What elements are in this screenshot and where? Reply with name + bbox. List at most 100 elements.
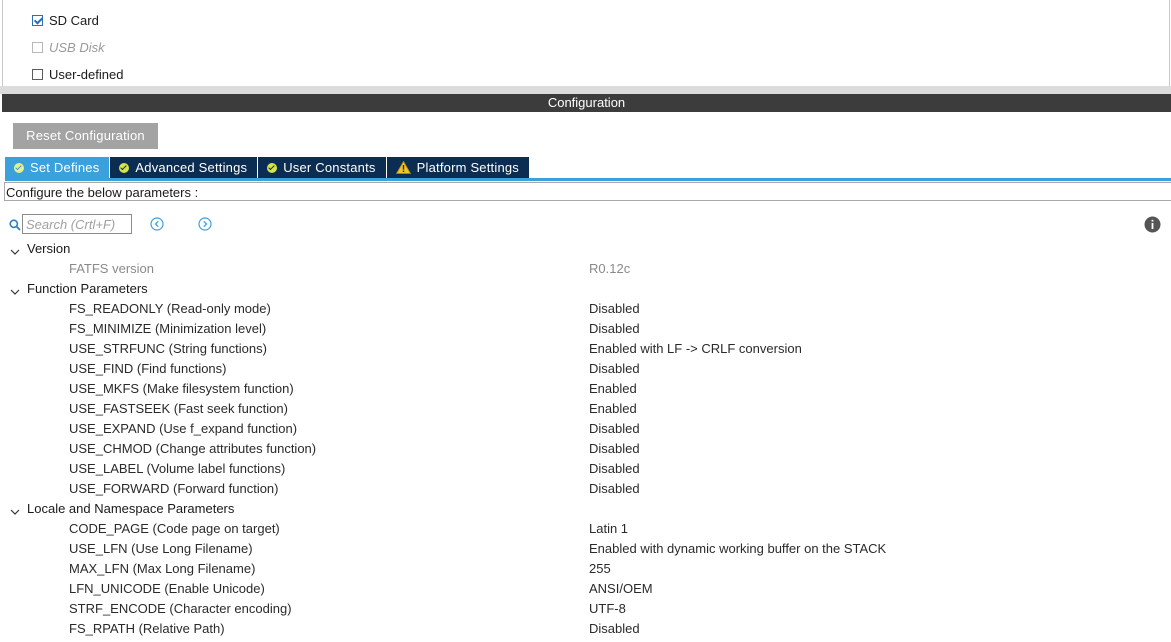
param-value[interactable]: 255 bbox=[589, 561, 611, 576]
search-previous-button[interactable] bbox=[150, 217, 164, 231]
param-row[interactable]: USE_LABEL (Volume label functions) Disab… bbox=[0, 459, 1171, 479]
sd-card-label: SD Card bbox=[49, 12, 99, 28]
param-value[interactable]: Enabled bbox=[589, 381, 637, 396]
param-row[interactable]: USE_FASTSEEK (Fast seek function) Enable… bbox=[0, 399, 1171, 419]
param-name: FS_MINIMIZE (Minimization level) bbox=[69, 321, 267, 336]
param-name: LFN_UNICODE (Enable Unicode) bbox=[69, 581, 265, 596]
group-function-parameters[interactable]: Function Parameters bbox=[0, 279, 1171, 299]
param-value[interactable]: Disabled bbox=[589, 481, 640, 496]
param-value[interactable]: ANSI/OEM bbox=[589, 581, 653, 596]
param-row[interactable]: USE_EXPAND (Use f_expand function) Disab… bbox=[0, 419, 1171, 439]
panel-right-border bbox=[1169, 0, 1170, 86]
mode-panel: SD Card USB Disk User-defined bbox=[0, 0, 1171, 86]
usb-disk-option: USB Disk bbox=[32, 39, 105, 55]
param-name: USE_FIND (Find functions) bbox=[69, 361, 227, 376]
user-defined-checkbox[interactable] bbox=[32, 68, 43, 80]
instructions-text: Configure the below parameters : bbox=[6, 185, 199, 200]
param-row[interactable]: USE_CHMOD (Change attributes function) D… bbox=[0, 439, 1171, 459]
tab-user-constants[interactable]: User Constants bbox=[258, 157, 386, 178]
group-version[interactable]: Version bbox=[0, 239, 1171, 259]
user-defined-label: User-defined bbox=[49, 66, 124, 82]
param-name: STRF_ENCODE (Character encoding) bbox=[69, 601, 292, 616]
tab-label: Platform Settings bbox=[416, 160, 520, 175]
search-input[interactable] bbox=[22, 214, 132, 234]
group-locale-namespace-parameters[interactable]: Locale and Namespace Parameters bbox=[0, 499, 1171, 519]
param-row[interactable]: CODE_PAGE (Code page on target) Latin 1 bbox=[0, 519, 1171, 539]
param-value[interactable]: Disabled bbox=[589, 301, 640, 316]
tab-label: User Constants bbox=[283, 160, 376, 175]
group-label: Function Parameters bbox=[27, 281, 148, 296]
usb-disk-checkbox bbox=[32, 41, 43, 53]
param-name: USE_STRFUNC (String functions) bbox=[69, 341, 267, 356]
tab-advanced-settings[interactable]: Advanced Settings bbox=[110, 157, 258, 178]
reset-configuration-button[interactable]: Reset Configuration bbox=[13, 123, 158, 149]
param-value[interactable]: Enabled with LF -> CRLF conversion bbox=[589, 341, 802, 356]
check-circle-icon bbox=[267, 162, 278, 173]
param-row[interactable]: USE_FIND (Find functions) Disabled bbox=[0, 359, 1171, 379]
check-circle-icon bbox=[119, 162, 130, 173]
param-name: USE_EXPAND (Use f_expand function) bbox=[69, 421, 298, 436]
search-next-button[interactable] bbox=[198, 217, 212, 231]
param-value[interactable]: Disabled bbox=[589, 461, 640, 476]
tab-label: Set Defines bbox=[30, 160, 100, 175]
info-icon[interactable] bbox=[1144, 216, 1161, 236]
param-row[interactable]: USE_MKFS (Make filesystem function) Enab… bbox=[0, 379, 1171, 399]
param-name: USE_LABEL (Volume label functions) bbox=[69, 461, 286, 476]
config-tabs: Set Defines Advanced Settings User Const… bbox=[5, 157, 530, 178]
param-row[interactable]: LFN_UNICODE (Enable Unicode) ANSI/OEM bbox=[0, 579, 1171, 599]
param-value[interactable]: UTF-8 bbox=[589, 601, 626, 616]
param-name: FS_RPATH (Relative Path) bbox=[69, 621, 225, 636]
sd-card-option[interactable]: SD Card bbox=[32, 12, 99, 28]
search-icon bbox=[9, 219, 21, 234]
param-name: USE_FASTSEEK (Fast seek function) bbox=[69, 401, 288, 416]
group-label: Version bbox=[27, 241, 71, 256]
param-name: FS_READONLY (Read-only mode) bbox=[69, 301, 271, 316]
chevron-left-icon bbox=[150, 217, 164, 231]
group-label: Locale and Namespace Parameters bbox=[27, 501, 235, 516]
param-row[interactable]: STRF_ENCODE (Character encoding) UTF-8 bbox=[0, 599, 1171, 619]
param-value: R0.12c bbox=[589, 261, 631, 276]
param-value[interactable]: Disabled bbox=[589, 421, 640, 436]
tab-label: Advanced Settings bbox=[135, 160, 248, 175]
param-name: USE_CHMOD (Change attributes function) bbox=[69, 441, 317, 456]
param-name: FATFS version bbox=[69, 261, 155, 276]
param-value[interactable]: Enabled with dynamic working buffer on t… bbox=[589, 541, 886, 556]
param-row[interactable]: MAX_LFN (Max Long Filename) 255 bbox=[0, 559, 1171, 579]
warning-icon bbox=[395, 161, 411, 174]
panel-left-border bbox=[2, 0, 3, 86]
param-row[interactable]: USE_LFN (Use Long Filename) Enabled with… bbox=[0, 539, 1171, 559]
param-name: USE_MKFS (Make filesystem function) bbox=[69, 381, 294, 396]
param-value[interactable]: Enabled bbox=[589, 401, 637, 416]
tab-set-defines[interactable]: Set Defines bbox=[5, 157, 110, 178]
usb-disk-label: USB Disk bbox=[49, 39, 105, 55]
param-row[interactable]: FS_MINIMIZE (Minimization level) Disable… bbox=[0, 319, 1171, 339]
chevron-down-icon[interactable] bbox=[10, 284, 20, 299]
param-row[interactable]: USE_FORWARD (Forward function) Disabled bbox=[0, 479, 1171, 499]
param-value[interactable]: Disabled bbox=[589, 321, 640, 336]
parameters-instructions: Configure the below parameters : bbox=[4, 182, 1171, 201]
panel-splitter[interactable] bbox=[0, 86, 1171, 94]
param-value[interactable]: Disabled bbox=[589, 441, 640, 456]
param-value[interactable]: Disabled bbox=[589, 621, 640, 636]
sd-card-checkbox[interactable] bbox=[32, 14, 43, 26]
param-row: FATFS version R0.12c bbox=[0, 259, 1171, 279]
tab-underline bbox=[5, 178, 1171, 181]
search-bar bbox=[9, 214, 1169, 236]
user-defined-option[interactable]: User-defined bbox=[32, 66, 123, 82]
param-row[interactable]: FS_READONLY (Read-only mode) Disabled bbox=[0, 299, 1171, 319]
chevron-down-icon[interactable] bbox=[10, 504, 20, 519]
tab-platform-settings[interactable]: Platform Settings bbox=[386, 157, 530, 178]
param-name: USE_FORWARD (Forward function) bbox=[69, 481, 279, 496]
parameter-tree: Version FATFS version R0.12c Function Pa… bbox=[0, 239, 1171, 639]
param-name: CODE_PAGE (Code page on target) bbox=[69, 521, 280, 536]
chevron-right-icon bbox=[198, 217, 212, 231]
configuration-header: Configuration bbox=[2, 94, 1171, 112]
param-name: MAX_LFN (Max Long Filename) bbox=[69, 561, 256, 576]
check-circle-icon bbox=[14, 162, 24, 173]
param-row[interactable]: FS_RPATH (Relative Path) Disabled bbox=[0, 619, 1171, 639]
param-name: USE_LFN (Use Long Filename) bbox=[69, 541, 253, 556]
param-row[interactable]: USE_STRFUNC (String functions) Enabled w… bbox=[0, 339, 1171, 359]
chevron-down-icon[interactable] bbox=[10, 244, 20, 259]
param-value[interactable]: Latin 1 bbox=[589, 521, 628, 536]
param-value[interactable]: Disabled bbox=[589, 361, 640, 376]
